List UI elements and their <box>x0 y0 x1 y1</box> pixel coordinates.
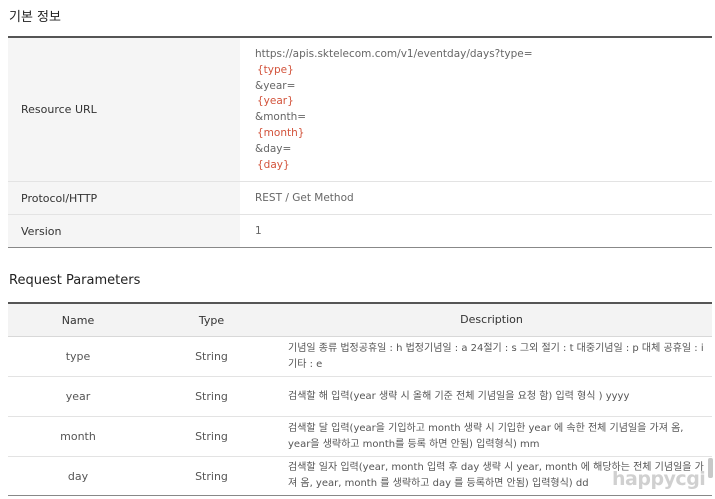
header-name: Name <box>61 313 95 327</box>
protocol-value: REST / Get Method <box>255 192 354 204</box>
basic-info-title: 기본 정보 <box>9 10 61 25</box>
version-row: Version 1 <box>8 215 712 247</box>
url-parameter: {type} <box>257 63 294 76</box>
param-description: 검색할 해 입력(year 생략 시 올해 기준 전체 기념일을 요청 함) 입… <box>288 390 630 402</box>
url-parameter: {month} <box>257 126 305 139</box>
param-type: String <box>195 469 228 483</box>
url-parameter: {year} <box>257 95 294 108</box>
version-value: 1 <box>255 225 262 237</box>
url-segment: &day= <box>255 142 292 155</box>
param-description: 검색할 달 입력(year을 기입하고 month 생략 시 기입한 year … <box>288 422 684 450</box>
scrollbar-thumb[interactable] <box>708 458 713 478</box>
protocol-label: Protocol/HTTP <box>8 182 240 214</box>
url-segment: &year= <box>255 79 296 92</box>
request-parameters-table: Name Type Description type String 기념일 종류… <box>8 302 712 496</box>
basic-info-table: Resource URL https://apis.sktelecom.com/… <box>8 36 712 248</box>
watermark-logo: happycgi <box>612 468 706 490</box>
version-label: Version <box>8 215 240 247</box>
table-row: month String 검색할 달 입력(year을 기입하고 month 생… <box>8 417 712 457</box>
param-type: String <box>195 390 228 403</box>
header-description: Description <box>460 313 523 326</box>
table-header: Name Type Description <box>8 304 712 337</box>
resource-url-label: Resource URL <box>8 38 240 181</box>
param-description: 기념일 종류 법정공휴일 : h 법정기념일 : a 24절기 : s 그외 절… <box>288 342 704 370</box>
param-name: day <box>67 469 89 483</box>
param-name: type <box>65 350 91 363</box>
param-type: String <box>195 430 228 443</box>
protocol-row: Protocol/HTTP REST / Get Method <box>8 182 712 215</box>
resource-url-value: https://apis.sktelecom.com/v1/eventday/d… <box>240 38 712 181</box>
param-name: month <box>60 430 96 443</box>
table-row: day String 검색할 일자 입력(year, month 입력 후 da… <box>8 457 712 495</box>
resource-url-row: Resource URL https://apis.sktelecom.com/… <box>8 38 712 182</box>
param-name: year <box>65 390 91 403</box>
url-parameter: {day} <box>257 158 290 171</box>
header-type: Type <box>198 313 225 327</box>
param-type: String <box>195 350 228 363</box>
request-parameters-title: Request Parameters <box>9 273 141 288</box>
table-row: type String 기념일 종류 법정공휴일 : h 법정기념일 : a 2… <box>8 337 712 377</box>
table-row: year String 검색할 해 입력(year 생략 시 올해 기준 전체 … <box>8 377 712 417</box>
url-segment: &month= <box>255 111 307 124</box>
url-segment: https://apis.sktelecom.com/v1/eventday/d… <box>255 48 533 60</box>
